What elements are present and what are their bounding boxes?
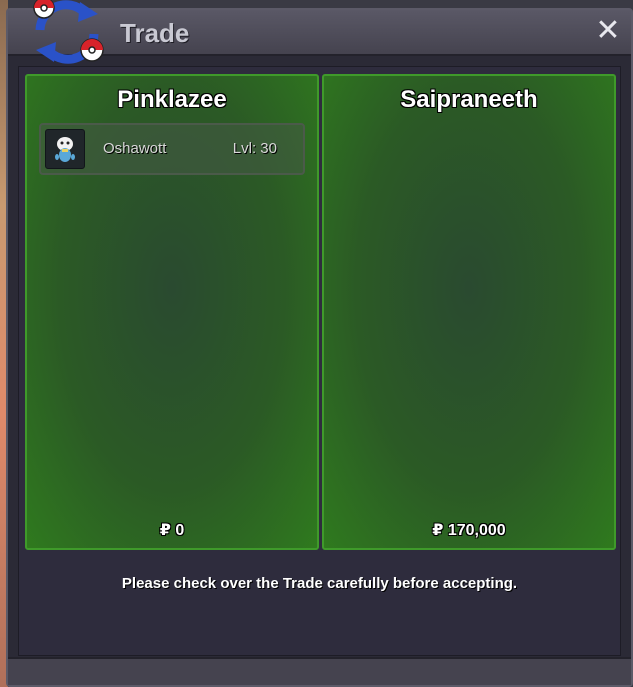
window-bottom-bar <box>8 657 631 685</box>
money-offer: ₽ 170,000 <box>432 522 506 539</box>
trade-notice: Please check over the Trade carefully be… <box>121 575 518 592</box>
pokemon-level: Lvl: 30 <box>232 140 277 157</box>
trader-name: Saipraneeth <box>400 86 538 113</box>
close-icon: ✕ <box>595 13 621 48</box>
trade-content: Pinklazee Oshawott Lvl: 30 ₽ 0 Saipranee… <box>18 66 621 656</box>
close-button[interactable]: ✕ <box>593 16 623 46</box>
trade-panel-partner: Saipraneeth ₽ 170,000 <box>322 74 616 550</box>
pokemon-name: Oshawott <box>103 140 167 157</box>
trade-panel-self: Pinklazee Oshawott Lvl: 30 ₽ 0 <box>25 74 319 550</box>
money-offer: ₽ 0 <box>159 522 185 539</box>
trade-arrows-pokeball-icon <box>33 0 104 64</box>
oshawott-sprite-icon <box>45 129 85 169</box>
trade-item-slot[interactable]: Oshawott Lvl: 30 <box>39 123 305 175</box>
window-title: Trade <box>120 18 190 48</box>
trade-window: Trade ✕ Pinklazee Oshawott Lvl: 30 ₽ 0 S… <box>6 0 633 687</box>
trader-name: Pinklazee <box>117 86 227 113</box>
